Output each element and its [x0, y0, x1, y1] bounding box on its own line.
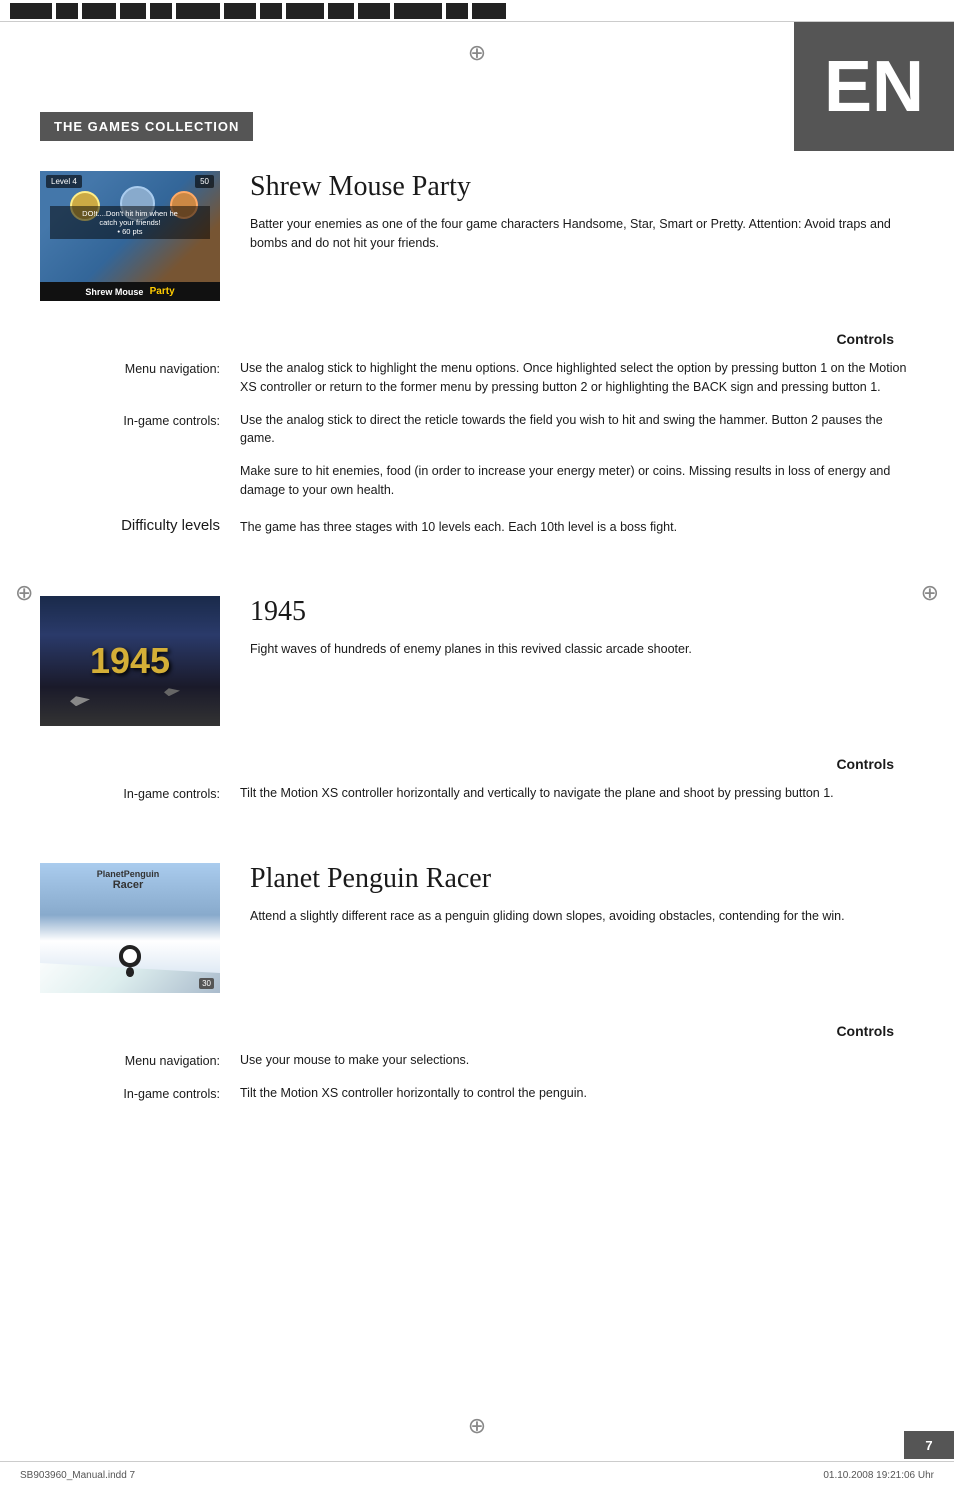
control-label: Menu navigation: [40, 1047, 240, 1080]
difficulty-value: The game has three stages with 10 levels… [240, 510, 914, 547]
footer-right: 01.10.2008 19:21:06 Uhr [823, 1470, 934, 1481]
difficulty-row: Difficulty levels The game has three sta… [40, 510, 914, 547]
reg-segment [286, 3, 324, 19]
game-title-shrew: Shrew Mouse Party [250, 171, 914, 203]
reg-segment [82, 3, 116, 19]
control-label: In-game controls: [40, 1080, 240, 1113]
game-top-penguin: PlanetPenguin Racer 30 Planet Pengu [40, 863, 914, 993]
reg-segment [10, 3, 52, 19]
right-crosshair-icon: ⊕ [921, 580, 939, 606]
game-description-penguin: Attend a slightly different race as a pe… [250, 907, 914, 926]
reg-segment [176, 3, 220, 19]
game-description-1945: Fight waves of hundreds of enemy planes … [250, 640, 914, 659]
shrew-text-overlay: DO!t....Don't hit him when hecatch your … [50, 206, 210, 239]
game-title-penguin: Planet Penguin Racer [250, 863, 914, 895]
reg-segment [56, 3, 78, 19]
controls-heading-1945: Controls [40, 756, 914, 780]
controls-section-penguin: Controls Menu navigation: Use your mouse… [40, 1023, 914, 1113]
control-row: Menu navigation: Use the analog stick to… [40, 355, 914, 407]
shrew-game-screenshot: Level 4 50 DO!t....Don't hit him when he… [40, 171, 220, 301]
game-image-1945: 1945 [40, 596, 220, 726]
control-row: In-game controls: Tilt the Motion XS con… [40, 1080, 914, 1113]
plane-icon [164, 688, 180, 696]
control-label: In-game controls: [40, 780, 240, 813]
controls-table-penguin: Menu navigation: Use your mouse to make … [40, 1047, 914, 1113]
controls-table-1945: In-game controls: Tilt the Motion XS con… [40, 780, 914, 813]
controls-section-1945: Controls In-game controls: Tilt the Moti… [40, 756, 914, 813]
game-info-shrew: Shrew Mouse Party Batter your enemies as… [250, 171, 914, 253]
reg-segment [150, 3, 172, 19]
control-row: Menu navigation: Use your mouse to make … [40, 1047, 914, 1080]
control-value: Use your mouse to make your selections. [240, 1047, 914, 1080]
game-section-shrew: Level 4 50 DO!t....Don't hit him when he… [40, 151, 914, 546]
penguin-label-racer: Racer [48, 879, 208, 891]
plane-icon [70, 696, 90, 706]
level-badge: Level 4 [46, 175, 82, 188]
penguin-label-top: PlanetPenguin Racer [48, 869, 208, 891]
top-registration-bar [0, 0, 954, 22]
control-row: Make sure to hit enemies, food (in order… [40, 458, 914, 510]
game-1945-screenshot: 1945 [40, 596, 220, 726]
reg-segment [120, 3, 146, 19]
game-image-penguin: PlanetPenguin Racer 30 [40, 863, 220, 993]
control-value: Use the analog stick to highlight the me… [240, 355, 914, 407]
top-crosshair-icon: ⊕ [468, 40, 486, 66]
controls-heading-penguin: Controls [40, 1023, 914, 1047]
difficulty-label: Difficulty levels [40, 510, 240, 547]
controls-table-shrew: Menu navigation: Use the analog stick to… [40, 355, 914, 546]
reg-segment [328, 3, 354, 19]
game-description-shrew: Batter your enemies as one of the four g… [250, 215, 914, 253]
bottom-crosshair-icon: ⊕ [468, 1413, 486, 1439]
game-top-shrew: Level 4 50 DO!t....Don't hit him when he… [40, 171, 914, 301]
reg-segment [358, 3, 390, 19]
game-penguin-screenshot: PlanetPenguin Racer 30 [40, 863, 220, 993]
left-crosshair-icon: ⊕ [15, 580, 33, 606]
control-label: Menu navigation: [40, 355, 240, 407]
reg-segment [224, 3, 256, 19]
collection-label: THE GAMES COLLECTION [40, 112, 253, 141]
footer-left: SB903960_Manual.indd 7 [20, 1470, 823, 1481]
game-info-1945: 1945 Fight waves of hundreds of enemy pl… [250, 596, 914, 659]
game-1945-title-img: 1945 [90, 640, 170, 682]
game-top-1945: 1945 1945 Fight waves of hundreds of ene… [40, 596, 914, 726]
game-image-shrew: Level 4 50 DO!t....Don't hit him when he… [40, 171, 220, 301]
game-title-1945: 1945 [250, 596, 914, 628]
game-info-penguin: Planet Penguin Racer Attend a slightly d… [250, 863, 914, 926]
reg-segment [394, 3, 442, 19]
control-row: In-game controls: Use the analog stick t… [40, 407, 914, 459]
footer-bar: SB903960_Manual.indd 7 01.10.2008 19:21:… [0, 1461, 954, 1489]
game-section-penguin: PlanetPenguin Racer 30 Planet Pengu [40, 843, 914, 1113]
control-value: Tilt the Motion XS controller horizontal… [240, 780, 914, 813]
language-label: EN [824, 51, 924, 123]
shrew-bottom-label: Shrew Mouse Party [40, 282, 220, 301]
page-number: 7 [904, 1431, 954, 1459]
penguin-label-planet: PlanetPenguin [48, 869, 208, 879]
penguin-character [119, 945, 141, 973]
reg-segment [260, 3, 282, 19]
penguin-badge: 30 [199, 978, 214, 989]
control-label: In-game controls: [40, 407, 240, 459]
header-left: THE GAMES COLLECTION [0, 22, 794, 151]
control-value: Tilt the Motion XS controller horizontal… [240, 1080, 914, 1113]
header-right: EN [794, 22, 954, 151]
controls-section-shrew: Controls Menu navigation: Use the analog… [40, 331, 914, 546]
page-number-label: 7 [925, 1438, 932, 1453]
score-badge: 50 [195, 175, 214, 188]
reg-segment [472, 3, 506, 19]
game-section-1945: 1945 1945 Fight waves of hundreds of ene… [40, 576, 914, 813]
controls-heading-shrew: Controls [40, 331, 914, 355]
reg-segment [446, 3, 468, 19]
control-value: Make sure to hit enemies, food (in order… [240, 458, 914, 510]
control-value: Use the analog stick to direct the retic… [240, 407, 914, 459]
control-label [40, 458, 240, 510]
main-content: Level 4 50 DO!t....Don't hit him when he… [0, 151, 954, 1183]
control-row: In-game controls: Tilt the Motion XS con… [40, 780, 914, 813]
